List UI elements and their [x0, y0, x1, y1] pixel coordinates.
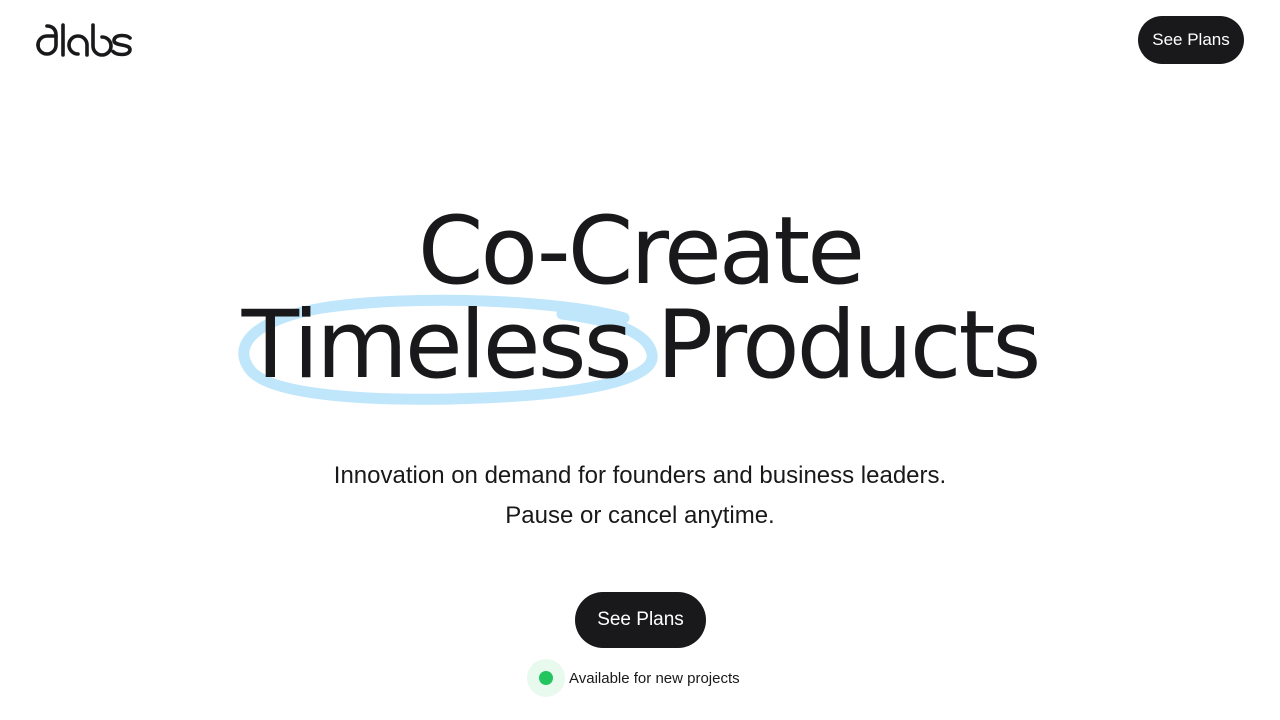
availability-text: Available for new projects [569, 669, 740, 687]
dlabs-logo[interactable] [35, 21, 133, 59]
green-status-dot-icon [539, 671, 553, 685]
availability-status: Available for new projects [527, 659, 740, 697]
status-indicator [527, 659, 565, 697]
site-header: See Plans [0, 0, 1280, 80]
hero-headline-line-2: Timeless Products [241, 291, 1042, 400]
header-see-plans-button[interactable]: See Plans [1138, 16, 1244, 64]
hero-subtitle-line-2: Pause or cancel anytime. [505, 502, 775, 529]
hero-subtitle-line-1: Innovation on demand for founders and bu… [333, 462, 947, 489]
hero-see-plans-button[interactable]: See Plans [575, 592, 706, 648]
hero-subtitle: Innovation on demand for founders and bu… [0, 456, 1280, 536]
dlabs-logo-mark [36, 23, 132, 57]
hero-headline: Co-Create Timeless Products [0, 205, 1280, 393]
hero-headline-line-1: Co-Create [417, 197, 865, 306]
